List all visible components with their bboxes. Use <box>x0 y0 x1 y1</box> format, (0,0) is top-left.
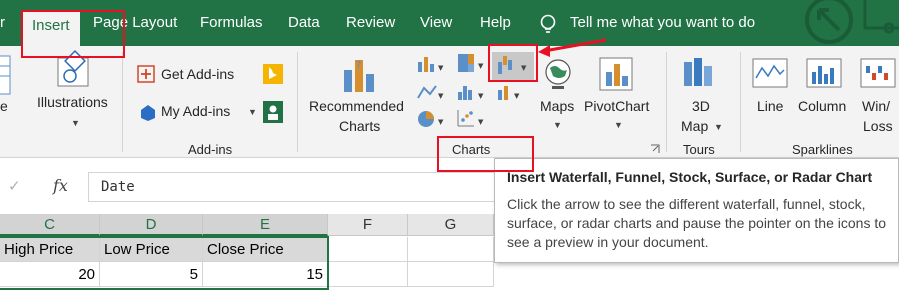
fx-icon[interactable]: fx <box>53 176 68 195</box>
svg-text:▼: ▼ <box>478 118 484 126</box>
column-header-e[interactable]: E <box>203 214 328 236</box>
column-chart-icon[interactable]: ▼ <box>416 54 448 74</box>
pivotchart-button[interactable]: PivotChart <box>584 98 649 114</box>
group-separator <box>122 52 123 152</box>
tab-review[interactable]: Review <box>346 9 395 37</box>
store-plus-icon <box>137 65 155 83</box>
ribbon-tab-bar: r Insert Page Layout Formulas Data Revie… <box>0 0 899 46</box>
tables-label-partial: e <box>0 98 8 114</box>
illustrations-button[interactable]: Illustrations <box>37 94 108 110</box>
3d-map-icon[interactable] <box>682 56 718 90</box>
svg-text:▼: ▼ <box>478 92 484 100</box>
3d-map-label-1[interactable]: 3D <box>692 98 710 114</box>
my-addins-button[interactable]: My Add-ins <box>161 103 230 119</box>
chevron-down-icon[interactable]: ▼ <box>248 107 257 117</box>
statistic-chart-icon[interactable]: ▼ <box>456 82 488 102</box>
annotation-box-chart-button <box>488 44 538 82</box>
maps-button[interactable]: Maps <box>540 98 574 114</box>
chevron-down-icon[interactable]: ▼ <box>71 118 80 128</box>
tab-data[interactable]: Data <box>288 9 320 37</box>
my-addins-icon <box>141 105 155 121</box>
annotation-box-insert-tab <box>21 10 125 58</box>
3d-map-label-2[interactable]: Map <box>681 118 708 134</box>
get-addins-button[interactable]: Get Add-ins <box>161 66 234 82</box>
tell-me-search[interactable]: Tell me what you want to do <box>570 9 755 37</box>
sparkline-column-icon[interactable] <box>806 58 842 88</box>
sparklines-group-label: Sparklines <box>792 142 853 157</box>
sparkline-winloss-label-1[interactable]: Win/ <box>862 98 890 114</box>
lightbulb-icon <box>540 14 556 33</box>
column-header-d[interactable]: D <box>100 214 203 236</box>
recommended-charts-icon[interactable]: ? <box>342 54 376 94</box>
scatter-chart-icon[interactable]: ▼ <box>456 108 488 130</box>
table-icon[interactable] <box>0 55 14 96</box>
group-separator <box>297 52 298 152</box>
column-header-f[interactable]: F <box>328 214 408 236</box>
svg-text:▼: ▼ <box>438 118 444 126</box>
addins-group-label: Add-ins <box>188 142 233 157</box>
tooltip-title: Insert Waterfall, Funnel, Stock, Surface… <box>507 169 873 185</box>
table-cell[interactable] <box>328 237 408 262</box>
table-cell[interactable] <box>328 262 408 287</box>
cell-selection-border <box>0 236 329 290</box>
chevron-down-icon[interactable]: ▼ <box>553 120 562 130</box>
column-header-g[interactable]: G <box>408 214 494 236</box>
line-chart-icon[interactable]: ▼ <box>416 82 448 102</box>
combo-chart-icon[interactable]: ▼ <box>496 82 528 102</box>
dialog-launcher-icon[interactable] <box>650 144 660 154</box>
maps-globe-icon[interactable] <box>543 58 573 92</box>
svg-text:▼: ▼ <box>438 92 444 100</box>
sparkline-winloss-icon[interactable] <box>860 58 896 88</box>
check-icon[interactable]: ✓ <box>8 177 21 195</box>
tooltip: Insert Waterfall, Funnel, Stock, Surface… <box>494 158 899 263</box>
sparkline-line-button[interactable]: Line <box>757 98 783 114</box>
people-graph-icon[interactable] <box>263 101 283 123</box>
illustrations-icon[interactable] <box>56 50 94 90</box>
bing-icon[interactable] <box>263 64 283 84</box>
chevron-down-icon[interactable]: ▼ <box>614 120 623 130</box>
recommended-charts-label-1[interactable]: Recommended <box>309 98 404 114</box>
tab-view[interactable]: View <box>420 9 452 37</box>
tab-formulas[interactable]: Formulas <box>200 9 263 37</box>
sparkline-column-button[interactable]: Column <box>798 98 846 114</box>
recommended-charts-label-2[interactable]: Charts <box>339 118 380 134</box>
svg-text:?: ? <box>356 60 361 71</box>
pivotchart-icon[interactable] <box>598 56 634 92</box>
svg-text:▼: ▼ <box>438 64 444 72</box>
svg-text:▼: ▼ <box>478 62 484 70</box>
decorative-pattern-icon <box>805 0 899 44</box>
svg-text:▼: ▼ <box>514 92 520 100</box>
table-cell[interactable] <box>408 237 494 262</box>
group-separator <box>666 52 667 152</box>
annotation-box-charts-group <box>437 136 534 172</box>
group-separator <box>740 52 741 152</box>
hierarchy-chart-icon[interactable]: ▼ <box>456 52 488 74</box>
column-header-c[interactable]: C <box>0 214 100 236</box>
tooltip-body: Click the arrow to see the different wat… <box>507 196 887 250</box>
tab-file-partial[interactable]: r <box>0 9 5 37</box>
pie-chart-icon[interactable]: ▼ <box>416 108 448 130</box>
sparkline-winloss-label-2[interactable]: Loss <box>863 118 893 134</box>
annotation-arrow-icon <box>538 38 607 57</box>
tours-group-label: Tours <box>683 142 715 157</box>
sparkline-line-icon[interactable] <box>752 58 788 88</box>
table-cell[interactable] <box>408 262 494 287</box>
tab-help[interactable]: Help <box>480 9 511 37</box>
chevron-down-icon[interactable]: ▼ <box>714 122 723 132</box>
